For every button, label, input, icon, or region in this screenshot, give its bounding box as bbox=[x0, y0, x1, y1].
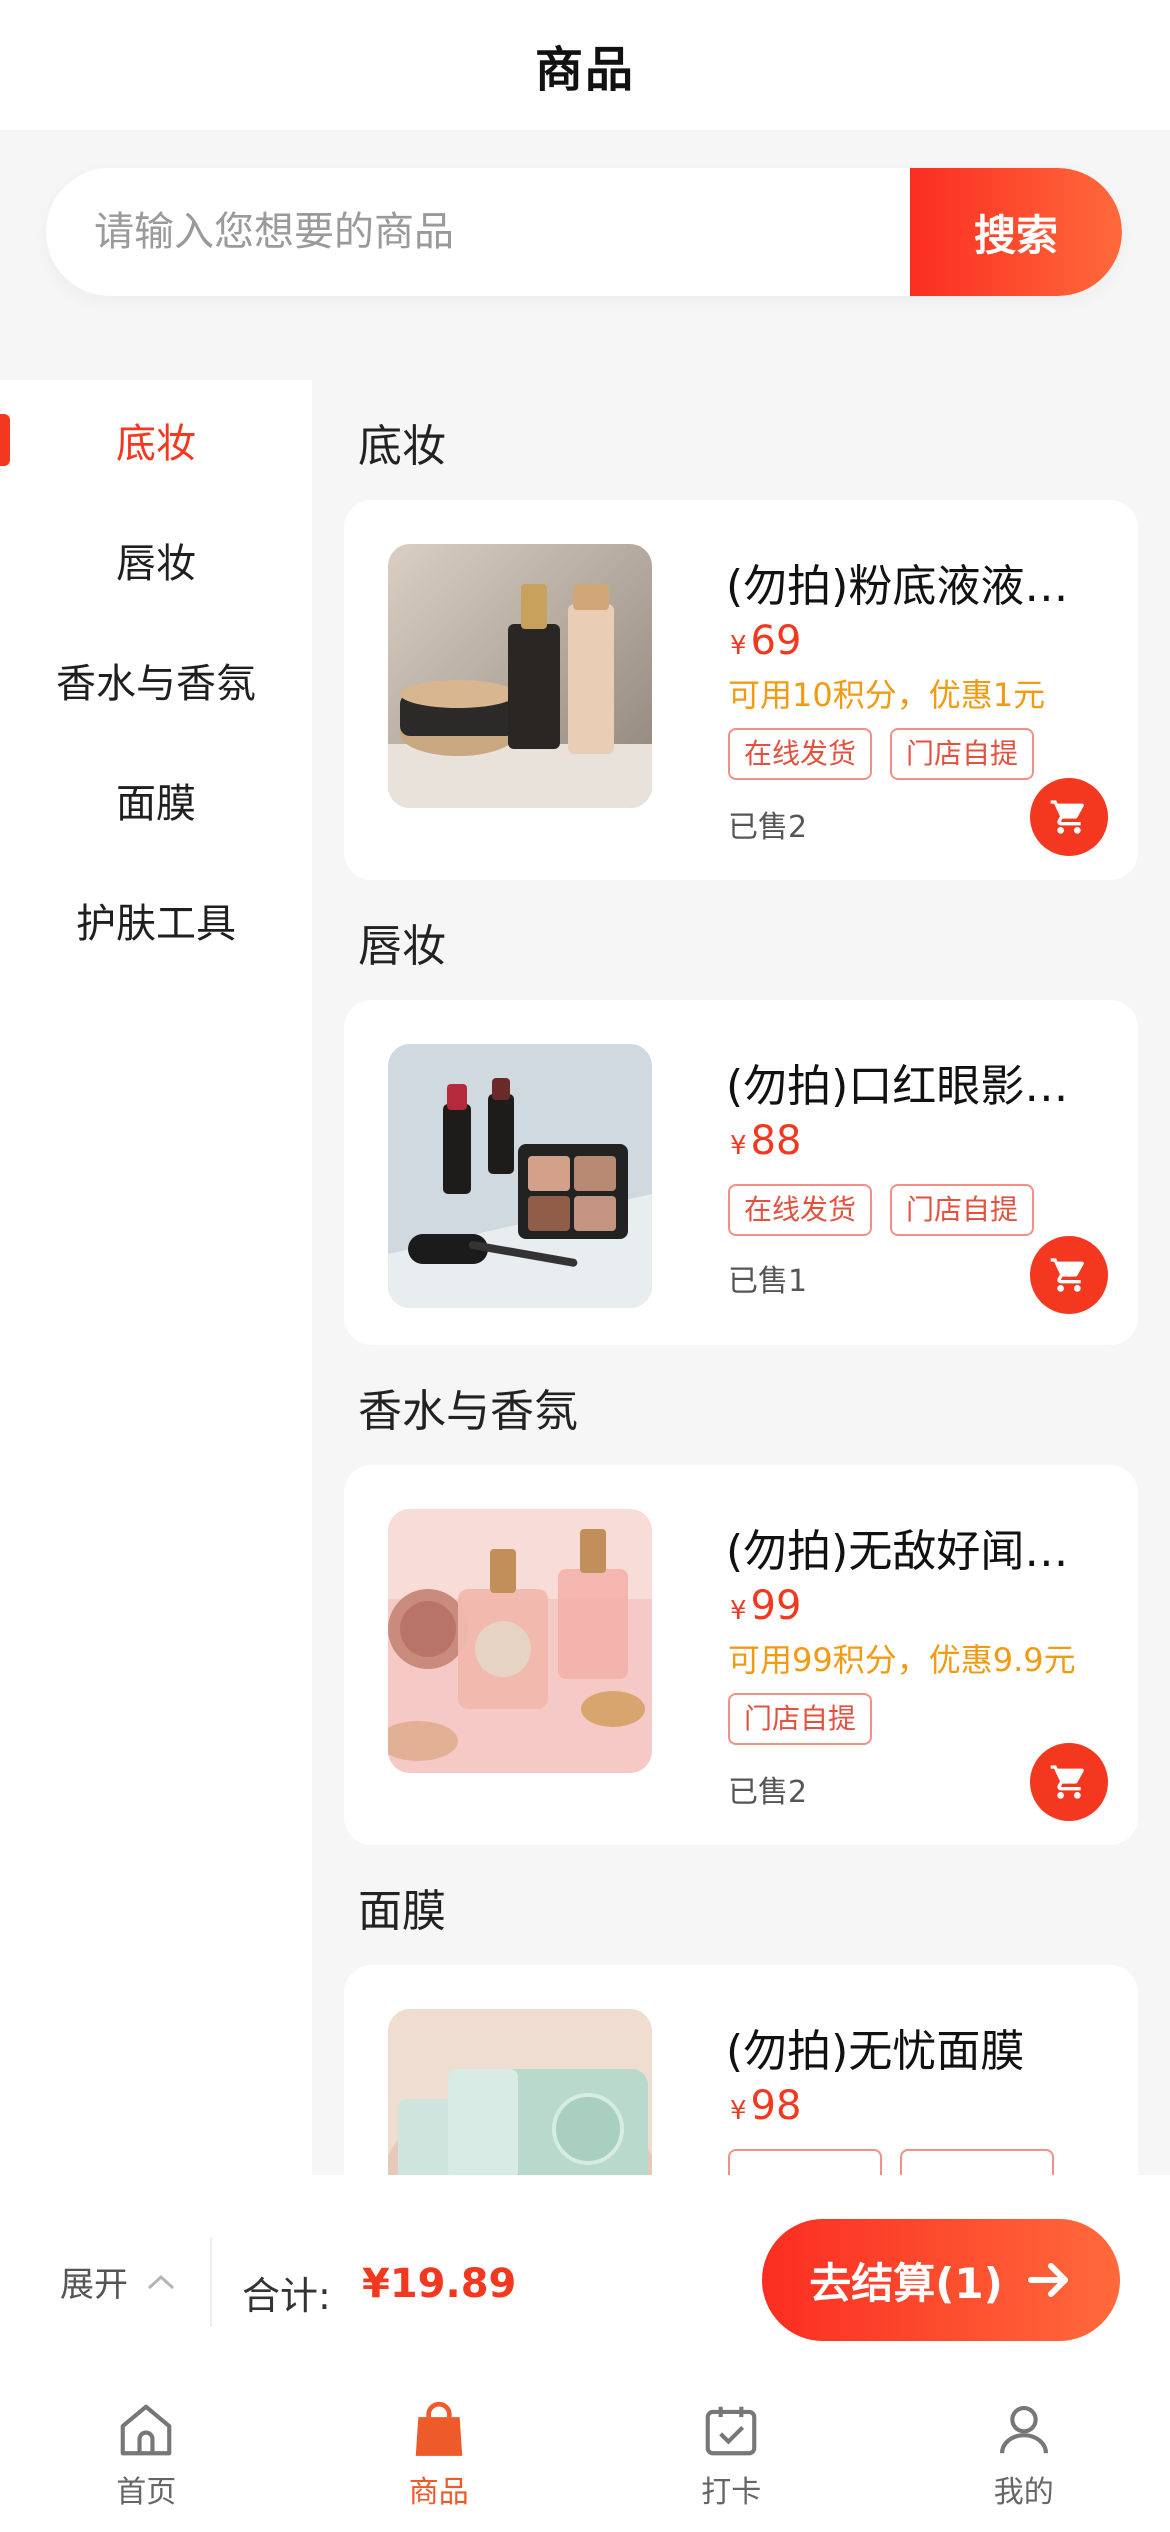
tag-store-pickup: 门店自提 bbox=[728, 1693, 873, 1745]
cart-icon bbox=[1050, 1765, 1084, 1799]
sold-count: 已售2 bbox=[728, 810, 808, 845]
currency-symbol: ¥ bbox=[730, 1131, 747, 1161]
product-tags: 门店自提 bbox=[728, 1693, 873, 1745]
arrow-right-icon bbox=[1027, 2263, 1068, 2297]
add-to-cart-button[interactable] bbox=[1030, 1743, 1108, 1821]
section-title: 底妆 bbox=[358, 421, 446, 472]
price-value: 98 bbox=[750, 2083, 802, 2129]
section-title: 香水与香氛 bbox=[358, 1386, 578, 1437]
price-value: 99 bbox=[750, 1583, 802, 1629]
price-value: 69 bbox=[750, 618, 802, 664]
product-price: ¥98 bbox=[730, 2083, 801, 2129]
checkout-bar: 展开 合计: ¥19.89 去结算(1) bbox=[0, 2175, 1170, 2385]
product-title[interactable]: (勿拍)无忧面膜 bbox=[726, 2015, 1106, 2079]
total-amount: ¥19.89 bbox=[362, 2261, 517, 2307]
calendar-check-icon bbox=[705, 2406, 757, 2456]
chevron-up-icon bbox=[147, 2274, 175, 2289]
product-tags: 在线发货 门店自提 bbox=[728, 728, 1035, 780]
points-discount-note: 可用99积分，优惠9.9元 bbox=[728, 1641, 1076, 1679]
search-box: 搜索 bbox=[46, 168, 1122, 296]
search-area: 搜索 bbox=[0, 130, 1170, 380]
product-tags bbox=[728, 2149, 1054, 2175]
currency-symbol: ¥ bbox=[730, 631, 747, 661]
sidebar-item-masks[interactable]: 面膜 bbox=[0, 740, 312, 860]
sidebar-item-label: 底妆 bbox=[116, 421, 196, 467]
tab-label: 打卡 bbox=[701, 2475, 762, 2510]
user-icon bbox=[999, 2405, 1048, 2454]
product-list: 底妆 (勿拍)粉底液液体 ¥ 69 可用10积分，优惠1元 在线发货 门店自提 … bbox=[312, 380, 1170, 2175]
tab-label: 首页 bbox=[116, 2475, 177, 2510]
tag-store-pickup bbox=[900, 2149, 1054, 2175]
app-root: 商品 搜索 底妆 唇妆 香水与香氛 面膜 护肤工具 底妆 bbox=[0, 0, 1170, 2532]
checkout-label: 去结算(1) bbox=[809, 2258, 1003, 2308]
tab-mine[interactable]: 我的 bbox=[878, 2385, 1170, 2532]
tab-label: 我的 bbox=[993, 2475, 1054, 2510]
search-button[interactable]: 搜索 bbox=[910, 168, 1122, 296]
page-header: 商品 bbox=[0, 0, 1170, 130]
sidebar-item-skincare-tools[interactable]: 护肤工具 bbox=[0, 860, 312, 980]
product-image-foundation[interactable] bbox=[388, 544, 652, 808]
product-title[interactable]: (勿拍)口红眼影组合 bbox=[726, 1050, 1106, 1114]
expand-label: 展开 bbox=[60, 2265, 128, 2305]
product-title[interactable]: (勿拍)粉底液液体粉底 bbox=[726, 550, 1106, 614]
tag-online-shipping: 在线发货 bbox=[728, 728, 873, 780]
sold-count: 已售2 bbox=[728, 1775, 808, 1810]
sidebar-item-lip-makeup[interactable]: 唇妆 bbox=[0, 500, 312, 620]
product-card[interactable]: (勿拍)粉底液液体粉底 ¥69 可用10积分，优惠1元 在线发货 门店自提 已售… bbox=[344, 500, 1138, 880]
tab-label: 商品 bbox=[408, 2475, 469, 2510]
price-value: 88 bbox=[750, 1118, 802, 1164]
sidebar-item-label: 护肤工具 bbox=[76, 901, 236, 947]
checkout-button[interactable]: 去结算(1) bbox=[762, 2219, 1120, 2341]
divider bbox=[210, 2237, 212, 2327]
section-title: 面膜 bbox=[358, 1886, 446, 1937]
bottom-tab-bar: 首页 商品 打卡 我的 bbox=[0, 2385, 1170, 2532]
product-card[interactable]: (勿拍)无忧面膜 ¥98 bbox=[344, 1965, 1138, 2175]
sold-count: 已售1 bbox=[728, 1264, 808, 1299]
sidebar-item-base-makeup[interactable]: 底妆 bbox=[0, 380, 312, 500]
product-card[interactable]: (勿拍)无敌好闻香水 ¥99 可用99积分，优惠9.9元 门店自提 已售2 bbox=[344, 1465, 1138, 1845]
product-price: ¥88 bbox=[730, 1118, 801, 1164]
expand-cart-toggle[interactable]: 展开 bbox=[60, 2257, 176, 2306]
tab-home[interactable]: 首页 bbox=[0, 2385, 293, 2532]
search-input[interactable] bbox=[46, 168, 910, 296]
cart-icon bbox=[1050, 1258, 1084, 1292]
product-image-lipstick-eyeshadow[interactable] bbox=[388, 1044, 652, 1308]
points-discount-note: 可用10积分，优惠1元 bbox=[728, 676, 1046, 714]
sidebar-item-label: 香水与香氛 bbox=[56, 661, 256, 707]
tab-checkin[interactable]: 打卡 bbox=[585, 2385, 878, 2532]
tag-online-shipping: 在线发货 bbox=[728, 1184, 873, 1236]
add-to-cart-button[interactable] bbox=[1030, 778, 1108, 856]
sidebar-item-label: 面膜 bbox=[116, 781, 196, 827]
product-card[interactable]: (勿拍)口红眼影组合 ¥88 在线发货 门店自提 已售1 bbox=[344, 1000, 1138, 1345]
shopping-bag-icon bbox=[415, 2401, 462, 2456]
page-title: 商品 bbox=[534, 42, 635, 98]
product-price: ¥99 bbox=[730, 1583, 801, 1629]
cart-icon bbox=[1050, 800, 1084, 834]
product-price: ¥69 bbox=[730, 618, 801, 664]
category-sidebar: 底妆 唇妆 香水与香氛 面膜 护肤工具 bbox=[0, 380, 312, 2175]
tag-store-pickup: 门店自提 bbox=[890, 1184, 1035, 1236]
product-title[interactable]: (勿拍)无敌好闻香水 bbox=[726, 1515, 1106, 1579]
home-icon bbox=[120, 2404, 172, 2456]
sidebar-item-fragrance[interactable]: 香水与香氛 bbox=[0, 620, 312, 740]
currency-symbol: ¥ bbox=[730, 1596, 747, 1626]
product-tags: 在线发货 门店自提 bbox=[728, 1184, 1035, 1236]
product-image-perfume[interactable] bbox=[388, 1509, 652, 1773]
tag-store-pickup: 门店自提 bbox=[890, 728, 1035, 780]
tag-online-shipping bbox=[728, 2149, 882, 2175]
tab-products[interactable]: 商品 bbox=[293, 2385, 586, 2532]
currency-symbol: ¥ bbox=[730, 2096, 747, 2126]
add-to-cart-button[interactable] bbox=[1030, 1236, 1108, 1314]
total-label: 合计: bbox=[242, 2274, 331, 2318]
product-image-face-mask[interactable] bbox=[388, 2009, 652, 2175]
section-title: 唇妆 bbox=[358, 921, 446, 972]
sidebar-item-label: 唇妆 bbox=[116, 541, 196, 587]
